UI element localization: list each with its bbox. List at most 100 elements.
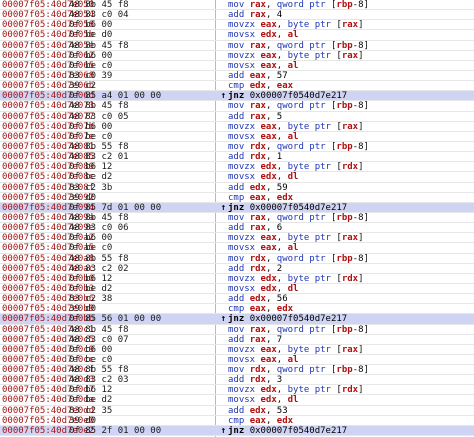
- instruction-row[interactable]: 00007f05:40d7e094 0f 85 7d 01 00 00 ↑ jnz 0…: [0, 202, 474, 213]
- operand-token: ,: [265, 182, 277, 193]
- operand-token: ,: [276, 233, 288, 244]
- mnemonic-token: movsx: [228, 243, 261, 254]
- opcode-bytes: 48 83 c2 03: [69, 375, 129, 386]
- register-token: rdx: [341, 273, 359, 284]
- immediate-token: -8: [352, 40, 364, 51]
- instruction-row[interactable]: 00007f05:40d7e09e 48 83 c0 06 add rax, 6: [0, 223, 474, 234]
- instruction-row[interactable]: 00007f05:40d7e0e2 0f 85 2f 01 00 00 ↑ jnz 0…: [0, 425, 474, 437]
- instruction-row[interactable]: 00007f05:40d7e0b3 0f be d2 movsx edx, dl: [0, 283, 474, 295]
- instruction-row[interactable]: 00007f05:40d7e058 0f b6 00 movzx eax, byte…: [0, 20, 474, 31]
- operand-token: ]: [363, 40, 369, 51]
- operand-token: ,: [276, 385, 288, 396]
- instruction-text: mov rax, qword ptr [rbp-8]: [228, 0, 369, 10]
- register-token: al: [287, 354, 299, 365]
- instruction-row[interactable]: 00007f05:40d7e06d 0f 85 a4 01 00 00 ↑ jnz 0…: [0, 91, 474, 102]
- opcode-bytes: 0f b6 00: [69, 20, 113, 31]
- immediate-token: 3: [276, 375, 283, 386]
- disassembly-view[interactable]: 00007f05:40d7e050 48 8b 45 f8 mov rax, qwo…: [0, 0, 474, 437]
- instruction-row[interactable]: 00007f05:40d7e068 83 c0 39 add eax, 57: [0, 71, 474, 82]
- instruction-list: 00007f05:40d7e050 48 8b 45 f8 mov rax, qwo…: [0, 0, 474, 437]
- register-token: dl: [287, 395, 299, 406]
- instruction-row[interactable]: 00007f05:40d7e0a2 0f b6 00 movzx eax, byte…: [0, 233, 474, 244]
- instruction-row[interactable]: 00007f05:40d7e0d7 0f b6 12 movzx edx, byte…: [0, 385, 474, 396]
- instruction-row[interactable]: 00007f05:40d7e0cf 48 8b 55 f8 mov rdx, qwo…: [0, 365, 474, 376]
- operand-token: ,: [265, 0, 277, 10]
- operand-token: ,: [265, 304, 277, 315]
- jump-target-token: 0x00007f0540d7e217: [249, 314, 348, 325]
- jump-target-token: 0x00007f0540d7e217: [249, 425, 348, 436]
- instruction-text: add eax, 57: [228, 71, 288, 81]
- instruction-row[interactable]: 00007f05:40d7e081 48 8b 55 f8 mov rdx, qwo…: [0, 141, 474, 153]
- instruction-row[interactable]: 00007f05:40d7e073 48 8b 45 f8 mov rax, qwo…: [0, 101, 474, 112]
- instruction-row[interactable]: 00007f05:40d7e05e 48 8b 45 f8 mov rax, qwo…: [0, 41, 474, 51]
- opcode-bytes: 0f b6 12: [69, 385, 113, 396]
- register-token: rdx: [249, 365, 266, 376]
- register-token: edx: [260, 172, 277, 183]
- operand-token: ]: [363, 212, 369, 223]
- register-token: rbp: [336, 141, 353, 152]
- instruction-row[interactable]: 00007f05:40d7e0c5 48 83 c0 07 add rax, 7: [0, 335, 474, 345]
- register-token: dl: [287, 172, 299, 183]
- instruction-row[interactable]: 00007f05:40d7e0d3 48 83 c2 03 add rdx, 3: [0, 375, 474, 386]
- instruction-row[interactable]: 00007f05:40d7e050 48 8b 45 f8 mov rax, qwo…: [0, 0, 474, 11]
- instruction-row[interactable]: 00007f05:40d7e0cc 0f be c0 movsx eax, al: [0, 354, 474, 366]
- instruction-row[interactable]: 00007f05:40d7e08f 83 c2 3b add edx, 59: [0, 183, 474, 193]
- instruction-text: movsx eax, al: [228, 61, 298, 71]
- instruction-row[interactable]: 00007f05:40d7e085 48 83 c2 01 add rdx, 1: [0, 152, 474, 163]
- instruction-text: jnz 0x00007f0540d7e217: [228, 203, 347, 213]
- operand-token: ,: [276, 283, 288, 294]
- instruction-row[interactable]: 00007f05:40d7e0ac 48 83 c2 02 add rdx, 2: [0, 264, 474, 274]
- instruction-row[interactable]: 00007f05:40d7e0c1 48 8b 45 f8 mov rax, qwo…: [0, 325, 474, 335]
- instruction-row[interactable]: 00007f05:40d7e065 0f be c0 movsx eax, al: [0, 61, 474, 71]
- instruction-row[interactable]: 00007f05:40d7e09a 48 8b 45 f8 mov rax, qwo…: [0, 212, 474, 224]
- instruction-row[interactable]: 00007f05:40d7e089 0f b6 12 movzx edx, byte…: [0, 162, 474, 173]
- instruction-row[interactable]: 00007f05:40d7e054 48 83 c0 04 add rax, 4: [0, 10, 474, 21]
- operand-token: ,: [265, 405, 277, 416]
- instruction-row[interactable]: 00007f05:40d7e0c9 0f b6 00 movzx eax, byte…: [0, 345, 474, 355]
- jump-arrow-icon: ↑: [220, 314, 227, 325]
- instruction-row[interactable]: 00007f05:40d7e0e0 39 d0 cmp eax, edx: [0, 416, 474, 426]
- instruction-row[interactable]: 00007f05:40d7e08c 0f be d2 movsx edx, dl: [0, 172, 474, 183]
- instruction-row[interactable]: 00007f05:40d7e0b6 83 c2 38 add edx, 56: [0, 294, 474, 305]
- instruction-row[interactable]: 00007f05:40d7e05b 0f be d0 movsx edx, al: [0, 30, 474, 41]
- instruction-row[interactable]: 00007f05:40d7e07e 0f be c0 movsx eax, al: [0, 132, 474, 142]
- instruction-row[interactable]: 00007f05:40d7e06b 39 c2 cmp edx, eax: [0, 81, 474, 92]
- instruction-text: add rax, 5: [228, 112, 282, 122]
- instruction-row[interactable]: 00007f05:40d7e0da 0f be d2 movsx edx, dl: [0, 395, 474, 406]
- instruction-row[interactable]: 00007f05:40d7e0dd 83 c2 35 add edx, 53: [0, 406, 474, 416]
- instruction-row[interactable]: 00007f05:40d7e092 39 d0 cmp eax, edx: [0, 193, 474, 203]
- instruction-text: movsx edx, dl: [228, 395, 298, 405]
- instruction-row[interactable]: 00007f05:40d7e0bb 0f 85 56 01 00 00 ↑ jnz 0…: [0, 314, 474, 325]
- operand-token: ,: [276, 395, 288, 406]
- instruction-row[interactable]: 00007f05:40d7e062 0f b6 00 movzx eax, byte…: [0, 51, 474, 61]
- instruction-text: movzx edx, byte ptr [rdx]: [228, 274, 364, 284]
- opcode-bytes: 0f 85 7d 01 00 00: [69, 202, 162, 213]
- jump-arrow-icon: ↑: [220, 91, 227, 102]
- mnemonic-token: add: [228, 294, 250, 305]
- opcode-bytes: 0f be d2: [69, 172, 113, 183]
- instruction-row[interactable]: 00007f05:40d7e077 48 83 c0 05 add rax, 5: [0, 112, 474, 122]
- operand-token: qword ptr: [276, 253, 331, 264]
- register-token: eax: [249, 415, 266, 426]
- opcode-bytes: 48 8b 45 f8: [69, 101, 129, 112]
- instruction-row[interactable]: 00007f05:40d7e07b 0f b6 00 movzx eax, byte…: [0, 122, 474, 132]
- operand-token: byte ptr: [287, 162, 337, 173]
- operand-token: ,: [265, 101, 277, 112]
- immediate-token: 4: [276, 10, 283, 21]
- instruction-text: add edx, 56: [228, 294, 288, 304]
- mnemonic-token: mov: [228, 141, 250, 152]
- opcode-bytes: 48 83 c0 07: [69, 334, 129, 345]
- instruction-row[interactable]: 00007f05:40d7e0b9 39 d0 cmp eax, edx: [0, 304, 474, 315]
- mnemonic-token: movzx: [228, 273, 261, 284]
- opcode-bytes: 39 d0: [69, 304, 97, 315]
- operand-token: ]: [363, 0, 369, 10]
- instruction-row[interactable]: 00007f05:40d7e0a8 48 8b 55 f8 mov rdx, qwo…: [0, 254, 474, 264]
- instruction-row[interactable]: 00007f05:40d7e0a5 0f be c0 movsx eax, al: [0, 243, 474, 254]
- instruction-text: cmp eax, edx: [228, 193, 293, 203]
- mnemonic-token: movsx: [228, 354, 261, 365]
- register-token: rax: [249, 324, 266, 335]
- operand-token: ,: [265, 294, 277, 305]
- instruction-row[interactable]: 00007f05:40d7e0b0 0f b6 12 movzx edx, byte…: [0, 274, 474, 284]
- register-token: edx: [249, 81, 266, 92]
- register-token: edx: [260, 30, 277, 41]
